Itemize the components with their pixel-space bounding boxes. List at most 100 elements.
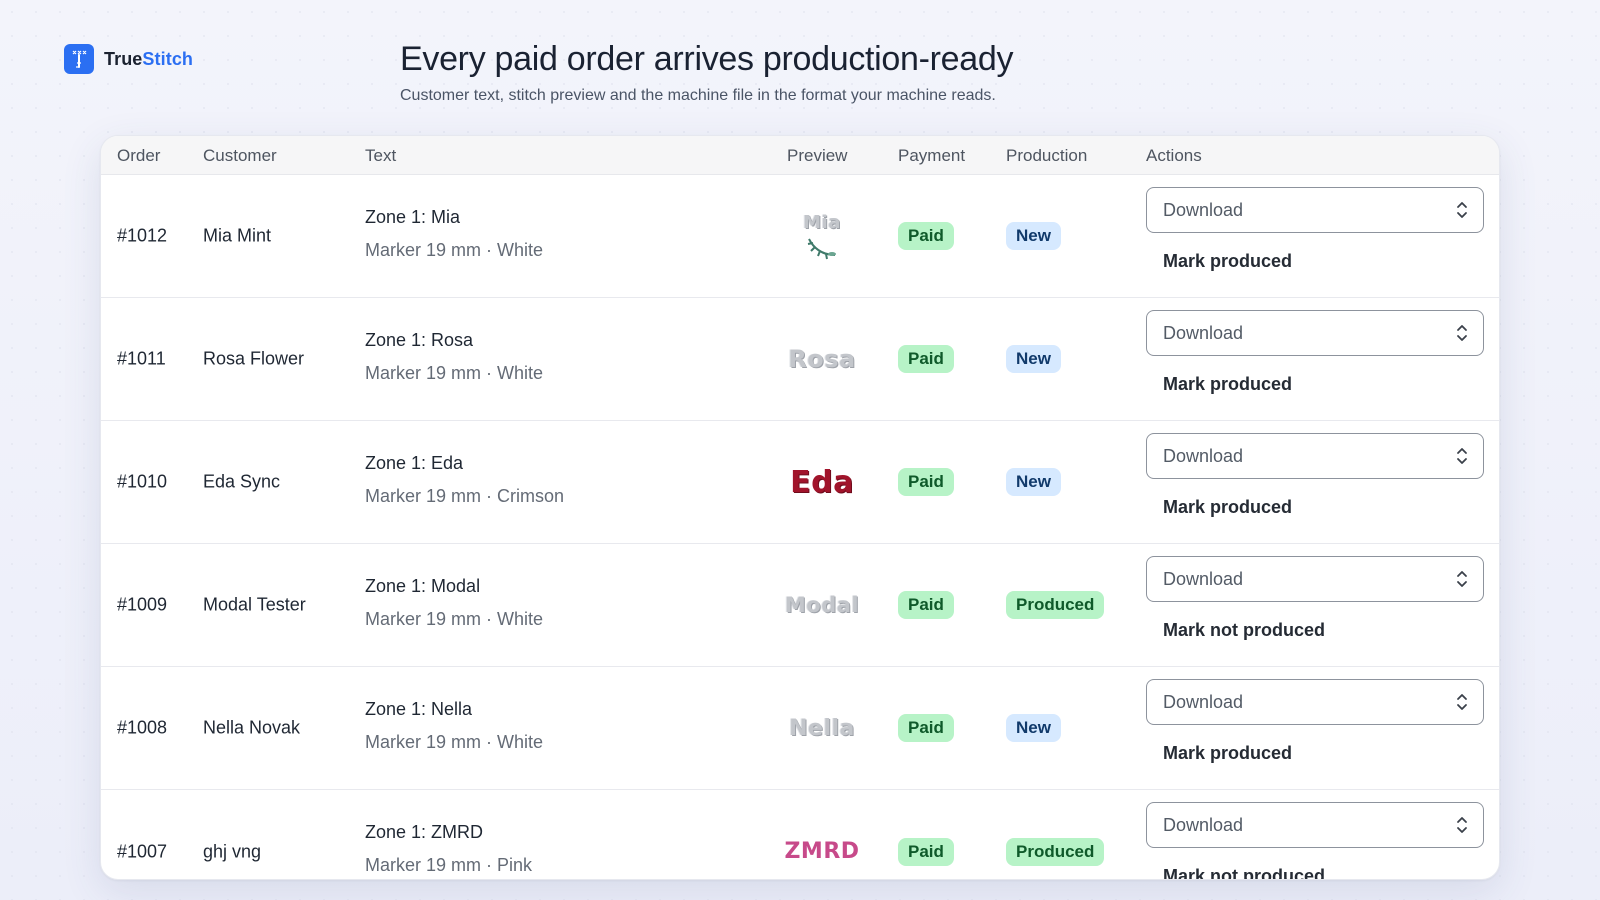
- needle-icon: [64, 44, 94, 74]
- download-select[interactable]: Download: [1146, 433, 1484, 479]
- order-text: Zone 1: Eda Marker 19 mm · Crimson: [365, 453, 564, 507]
- stitch-preview[interactable]: Eda: [787, 421, 857, 543]
- order-text: Zone 1: Nella Marker 19 mm · White: [365, 699, 543, 753]
- table-row: #1011 Rosa Flower Zone 1: Rosa Marker 19…: [101, 298, 1499, 421]
- payment-badge: Paid: [898, 714, 954, 742]
- preview-text: Nella: [789, 715, 855, 741]
- order-id[interactable]: #1012: [117, 226, 167, 247]
- header-preview: Preview: [787, 146, 848, 165]
- production-badge: Produced: [1006, 591, 1105, 619]
- table-row: #1007 ghj vng Zone 1: ZMRD Marker 19 mm …: [101, 790, 1499, 879]
- customer-name: Eda Sync: [203, 471, 281, 492]
- order-text: Zone 1: ZMRD Marker 19 mm · Pink: [365, 822, 532, 876]
- payment-badge: Paid: [898, 345, 954, 373]
- table-row: #1012 Mia Mint Zone 1: Mia Marker 19 mm …: [101, 175, 1499, 298]
- customer-name: Modal Tester: [203, 594, 306, 615]
- text-style: Marker 19 mm · Crimson: [365, 486, 565, 506]
- chevron-up-down-icon: [1457, 325, 1467, 341]
- chevron-up-down-icon: [1457, 448, 1467, 464]
- text-style: Marker 19 mm · White: [365, 240, 544, 260]
- text-zone: Zone 1: Rosa: [365, 330, 474, 350]
- leaf-sprig-icon: [807, 238, 836, 259]
- brand-logo[interactable]: TrueStitch: [64, 44, 193, 74]
- table-row: #1008 Nella Novak Zone 1: Nella Marker 1…: [101, 667, 1499, 790]
- order-id[interactable]: #1008: [117, 718, 167, 739]
- download-select-value: Download: [1163, 322, 1244, 343]
- page-title: Every paid order arrives production-read…: [400, 40, 1014, 78]
- table-header: Order Customer Text Preview Payment Prod…: [101, 136, 1499, 175]
- customer-name: Rosa Flower: [203, 348, 305, 369]
- download-select[interactable]: Download: [1146, 802, 1484, 848]
- text-zone: Zone 1: Modal: [365, 576, 481, 596]
- payment-badge: Paid: [898, 468, 954, 496]
- chevron-up-down-icon: [1457, 817, 1467, 833]
- order-text: Zone 1: Mia Marker 19 mm · White: [365, 207, 543, 261]
- mark-produced-button[interactable]: Mark produced: [1163, 251, 1292, 272]
- chevron-up-down-icon: [1457, 202, 1467, 218]
- download-select[interactable]: Download: [1146, 310, 1484, 356]
- header-actions: Actions: [1146, 146, 1202, 165]
- header-production: Production: [1006, 146, 1088, 165]
- text-zone: Zone 1: ZMRD: [365, 822, 484, 842]
- stitch-preview[interactable]: Modal: [784, 544, 860, 666]
- stitch-preview[interactable]: Rosa: [787, 298, 857, 420]
- preview-text: Eda: [790, 464, 854, 500]
- chevron-up-down-icon: [1457, 694, 1467, 710]
- order-text: Zone 1: Rosa Marker 19 mm · White: [365, 330, 543, 384]
- text-style: Marker 19 mm · Pink: [365, 855, 533, 875]
- download-select[interactable]: Download: [1146, 556, 1484, 602]
- brand-name: TrueStitch: [104, 48, 194, 69]
- production-badge: Produced: [1006, 837, 1105, 866]
- payment-badge: Paid: [898, 222, 954, 250]
- mark-not-produced-button[interactable]: Mark not produced: [1163, 866, 1325, 879]
- text-style: Marker 19 mm · White: [365, 609, 544, 629]
- stitch-preview[interactable]: Mia: [787, 175, 857, 297]
- order-id[interactable]: #1007: [117, 841, 167, 862]
- preview-text: Modal: [784, 593, 860, 617]
- orders-table: Order Customer Text Preview Payment Prod…: [100, 135, 1500, 880]
- preview-text: Rosa: [788, 345, 856, 373]
- download-select-value: Download: [1163, 691, 1244, 712]
- header-customer: Customer: [203, 146, 277, 165]
- customer-name: ghj vng: [203, 841, 262, 861]
- text-zone: Zone 1: Eda: [365, 453, 464, 473]
- customer-name: Mia Mint: [203, 225, 272, 246]
- download-select[interactable]: Download: [1146, 187, 1484, 233]
- mark-produced-button[interactable]: Mark produced: [1163, 374, 1292, 395]
- download-select-value: Download: [1163, 199, 1244, 220]
- stitch-preview[interactable]: Nella: [787, 667, 857, 789]
- stitch-preview[interactable]: ZMRD: [784, 790, 860, 879]
- table-row: #1010 Eda Sync Zone 1: Eda Marker 19 mm …: [101, 421, 1499, 544]
- download-select-value: Download: [1163, 445, 1244, 466]
- hero: Every paid order arrives production-read…: [400, 40, 1014, 105]
- download-select-value: Download: [1163, 568, 1244, 589]
- preview-text: ZMRD: [784, 839, 860, 864]
- production-badge: New: [1006, 714, 1061, 742]
- header-payment: Payment: [898, 146, 966, 165]
- mark-produced-button[interactable]: Mark produced: [1163, 743, 1292, 764]
- table-row: #1009 Modal Tester Zone 1: Modal Marker …: [101, 544, 1499, 667]
- mark-produced-button[interactable]: Mark produced: [1163, 497, 1292, 518]
- text-zone: Zone 1: Nella: [365, 699, 473, 719]
- chevron-up-down-icon: [1457, 571, 1467, 587]
- preview-text: Mia: [803, 211, 841, 233]
- order-id[interactable]: #1011: [117, 349, 166, 370]
- production-badge: New: [1006, 222, 1061, 250]
- header-text: Text: [365, 146, 397, 165]
- order-text: Zone 1: Modal Marker 19 mm · White: [365, 576, 543, 630]
- page-subtitle: Customer text, stitch preview and the ma…: [400, 87, 996, 104]
- production-badge: New: [1006, 468, 1061, 496]
- text-zone: Zone 1: Mia: [365, 207, 461, 227]
- production-badge: New: [1006, 345, 1061, 373]
- payment-badge: Paid: [898, 837, 954, 866]
- header-order: Order: [117, 146, 161, 165]
- order-id[interactable]: #1009: [117, 595, 167, 616]
- download-select[interactable]: Download: [1146, 679, 1484, 725]
- download-select-value: Download: [1163, 814, 1244, 835]
- customer-name: Nella Novak: [203, 717, 301, 738]
- order-id[interactable]: #1010: [117, 472, 167, 493]
- text-style: Marker 19 mm · White: [365, 732, 544, 752]
- text-style: Marker 19 mm · White: [365, 363, 544, 383]
- payment-badge: Paid: [898, 591, 954, 619]
- mark-not-produced-button[interactable]: Mark not produced: [1163, 620, 1325, 641]
